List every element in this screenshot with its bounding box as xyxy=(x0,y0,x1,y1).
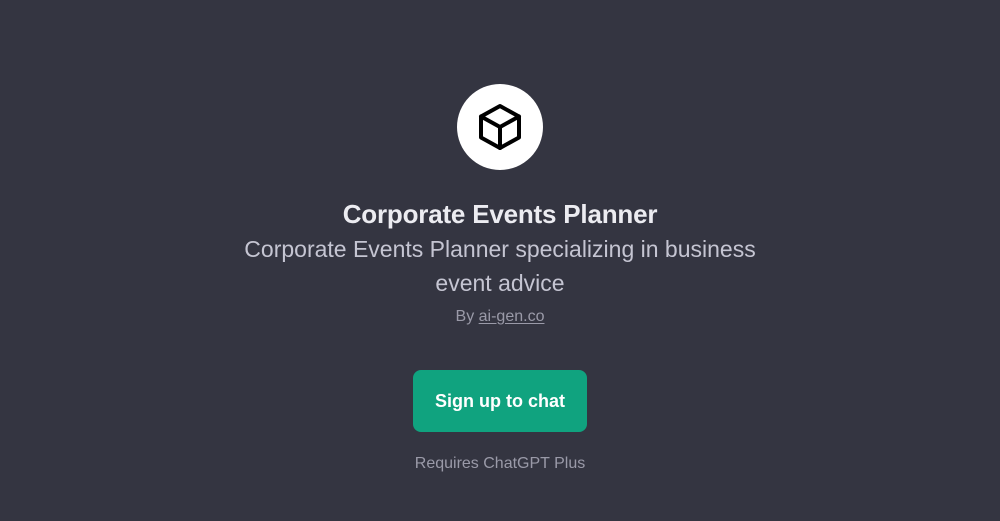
by-prefix: By xyxy=(455,308,475,325)
gpt-description: Corporate Events Planner specializing in… xyxy=(244,236,756,296)
author-byline: By ai-gen.co xyxy=(0,306,1000,328)
sign-up-button[interactable]: Sign up to chat xyxy=(413,370,587,432)
plan-requirement-text: Requires ChatGPT Plus xyxy=(414,455,586,472)
gpt-landing-page: Corporate Events Planner Corporate Event… xyxy=(0,0,1000,521)
gpt-title: Corporate Events Planner xyxy=(342,199,658,229)
author-link[interactable]: ai-gen.co xyxy=(479,308,545,325)
cube-icon xyxy=(479,104,521,150)
avatar xyxy=(457,84,543,170)
